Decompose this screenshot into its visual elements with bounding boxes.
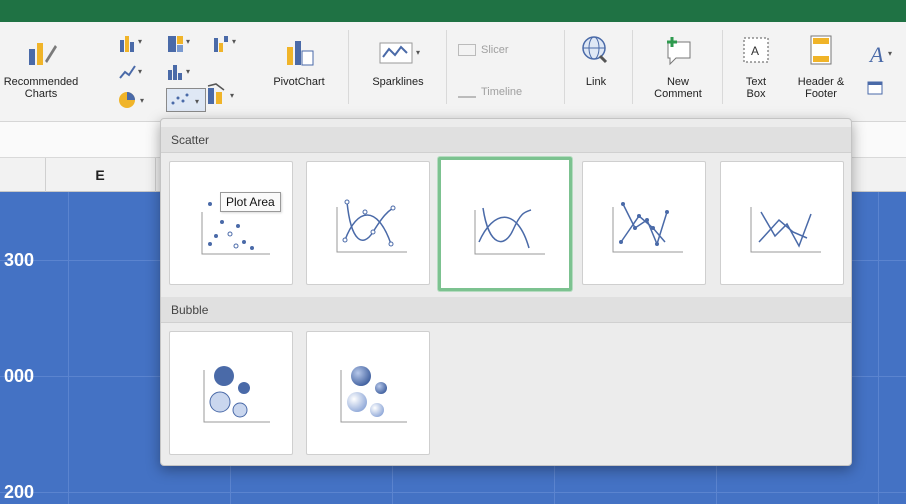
header-footer-button[interactable]: Header & Footer: [788, 34, 854, 100]
svg-text:▾: ▾: [186, 37, 190, 46]
scatter-section-header: Scatter: [161, 127, 851, 153]
svg-text:▾: ▾: [232, 37, 236, 46]
pivotchart-label: PivotChart: [273, 76, 325, 88]
link-globe-icon: [580, 34, 612, 66]
timeline-label: Timeline: [481, 86, 523, 98]
waterfall-chart-icon[interactable]: ▾: [212, 34, 236, 54]
line-chart-icon[interactable]: ▾: [118, 62, 142, 82]
scatter-straight-lines-markers-tile[interactable]: [582, 161, 706, 285]
svg-text:▾: ▾: [186, 67, 190, 76]
sparklines-label: Sparklines: [372, 76, 424, 88]
header-footer-label: Header & Footer: [797, 76, 845, 100]
wordart-icon[interactable]: A ▾: [866, 40, 906, 70]
sparklines-button[interactable]: ▾ Sparklines: [358, 36, 438, 88]
hierarchy-chart-icon[interactable]: ▾: [166, 34, 190, 54]
ribbon-separator: [722, 30, 723, 104]
ribbon-separator: [446, 30, 447, 104]
timeline-icon: [458, 86, 476, 98]
scatter-smooth-lines-tile[interactable]: [438, 157, 572, 291]
svg-text:▾: ▾: [138, 67, 142, 76]
scatter-smooth-lines-markers-tile[interactable]: [306, 161, 430, 285]
timeline-button[interactable]: Timeline: [458, 86, 522, 98]
pivotchart-icon: [283, 36, 315, 68]
slicer-button[interactable]: Slicer: [458, 44, 509, 56]
svg-text:A: A: [868, 42, 884, 67]
recommended-charts-button[interactable]: Recommended Charts: [3, 36, 79, 100]
svg-text:▾: ▾: [416, 48, 420, 57]
bubble-section-header: Bubble: [161, 297, 851, 323]
new-comment-icon: [662, 34, 694, 66]
ribbon-separator: [564, 30, 565, 104]
bubble-tile[interactable]: [169, 331, 293, 455]
slicer-icon: [458, 44, 476, 56]
column-divider: [45, 158, 46, 192]
scatter-markers-icon: [201, 202, 270, 255]
gridline: [878, 192, 879, 504]
ribbon-separator: [348, 30, 349, 104]
chart-type-gallery: Scatter Plot Area Bubble: [160, 118, 852, 466]
scatter-straight-lines-tile[interactable]: [720, 161, 844, 285]
text-box-button[interactable]: A Text Box: [736, 34, 776, 100]
scatter-smooth-lines-icon: [474, 207, 545, 255]
ribbon-separator: [632, 30, 633, 104]
title-bar: [0, 0, 906, 22]
sparklines-icon: ▾: [368, 36, 428, 68]
text-box-label: Text Box: [745, 76, 767, 100]
pivotchart-button[interactable]: PivotChart: [264, 36, 334, 88]
y-axis-label: 300: [4, 250, 35, 270]
slicer-label: Slicer: [481, 44, 509, 56]
column-header-e[interactable]: E: [60, 158, 140, 192]
header-footer-icon: [805, 34, 837, 66]
combo-chart-icon[interactable]: ▾: [206, 82, 234, 104]
svg-text:▾: ▾: [230, 91, 234, 100]
scatter-straight-lines-icon: [750, 207, 821, 253]
scatter-chart-icon[interactable]: ▾: [166, 88, 206, 112]
scatter-smooth-lines-markers-icon: [336, 199, 407, 253]
bubble-icon: [203, 366, 270, 423]
object-icon[interactable]: [866, 78, 886, 98]
bubble-3d-icon: [340, 366, 407, 423]
svg-text:▾: ▾: [195, 97, 199, 106]
pie-chart-icon[interactable]: ▾: [118, 90, 144, 110]
scatter-straight-lines-markers-icon: [612, 202, 683, 253]
scatter-markers-tile[interactable]: Plot Area: [169, 161, 293, 285]
link-button[interactable]: Link: [576, 34, 616, 88]
column-divider: [155, 158, 156, 192]
y-axis-label: 200: [4, 482, 35, 502]
link-label: Link: [585, 76, 607, 88]
y-axis-label: 000: [4, 366, 35, 386]
svg-text:▾: ▾: [138, 37, 142, 46]
statistic-chart-icon[interactable]: ▾: [166, 62, 190, 82]
svg-text:A: A: [751, 44, 759, 58]
recommended-charts-icon: [25, 36, 57, 68]
bubble-3d-tile[interactable]: [306, 331, 430, 455]
new-comment-button[interactable]: New Comment: [648, 34, 708, 100]
insert-ribbon: Recommended Charts ▾ ▾ ▾ ▾ ▾ ▾ ▾ ▾ Pivot…: [0, 22, 906, 122]
svg-text:▾: ▾: [888, 49, 892, 58]
plot-area-tooltip: Plot Area: [220, 192, 281, 212]
gridline: [0, 492, 906, 493]
text-box-icon: A: [740, 34, 772, 66]
svg-text:▾: ▾: [140, 96, 144, 105]
new-comment-label: New Comment: [654, 76, 702, 100]
gridline: [68, 192, 69, 504]
recommended-charts-label: Recommended Charts: [3, 76, 79, 100]
column-chart-icon[interactable]: ▾: [118, 34, 142, 54]
